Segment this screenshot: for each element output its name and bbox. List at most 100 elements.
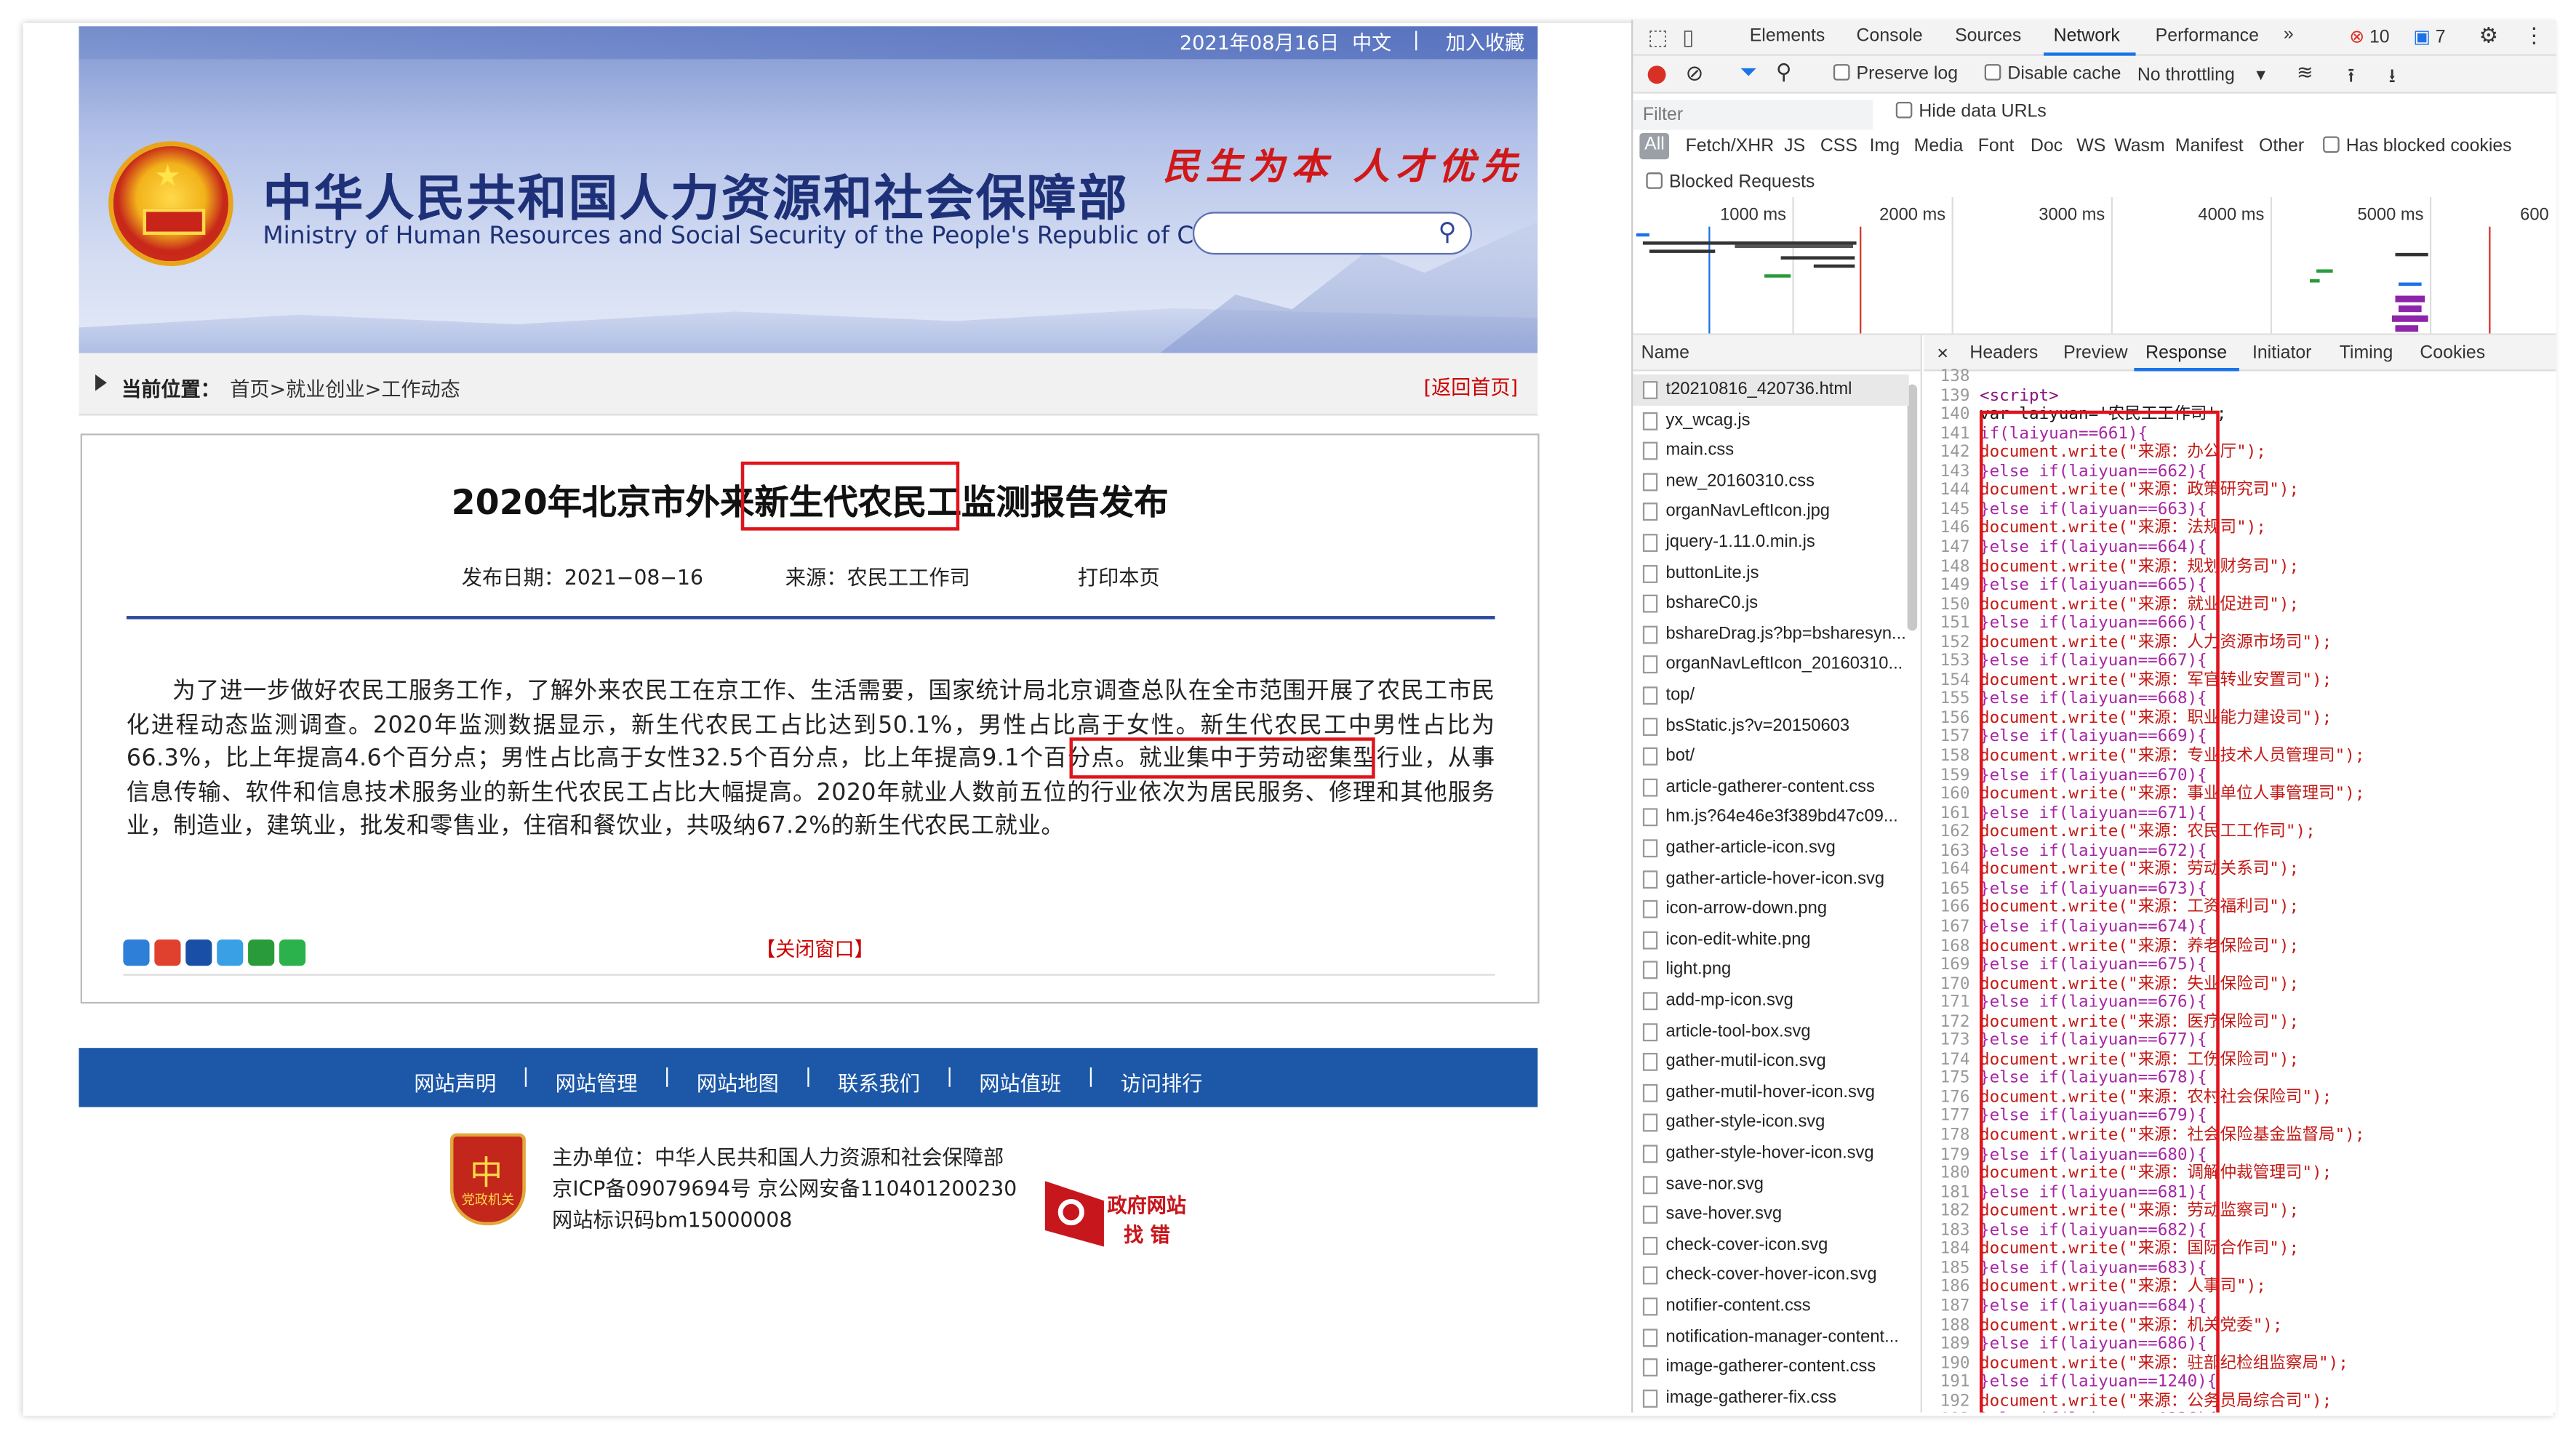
filter-type-all[interactable]: All [1639, 132, 1670, 160]
request-row[interactable]: bshareC0.js [1633, 588, 1908, 619]
footer-link-contact[interactable]: 联系我们 [838, 1066, 920, 1097]
filter-type-other[interactable]: Other [2259, 136, 2304, 156]
footer-link-duty[interactable]: 网站值班 [979, 1066, 1061, 1097]
request-row[interactable]: gather-mutil-icon.svg [1633, 1046, 1908, 1077]
tab-preview[interactable]: Preview [2063, 343, 2127, 363]
share-wechat-icon[interactable] [279, 939, 306, 966]
filter-type-font[interactable]: Font [1978, 136, 2015, 156]
request-row[interactable]: article-tool-box.svg [1633, 1016, 1908, 1046]
blocked-requests-checkbox[interactable]: Blocked Requests [1646, 172, 1815, 192]
request-row[interactable]: article-gatherer-content.css [1633, 771, 1908, 802]
device-toolbar-icon[interactable]: ▯ [1682, 25, 1694, 51]
request-row[interactable]: save-hover.svg [1633, 1199, 1908, 1230]
request-row[interactable]: jquery-1.11.0.min.js [1633, 527, 1908, 558]
request-row[interactable]: notifier-content.css [1633, 1291, 1908, 1321]
hide-data-urls-checkbox[interactable]: Hide data URLs [1895, 102, 2047, 121]
request-row[interactable]: hm.js?64e46e3f389bd47c09... [1633, 802, 1908, 833]
footer-link-sitemap[interactable]: 网站地图 [697, 1066, 779, 1097]
icp-record[interactable]: 京ICP备09079694号 京公网安备110401200230 [552, 1171, 1017, 1203]
request-row[interactable]: main.css [1633, 436, 1908, 466]
search-icon[interactable]: ⚲ [1433, 217, 1463, 246]
share-weibo-icon[interactable] [154, 939, 181, 966]
clear-icon[interactable]: ⊘ [1686, 61, 1704, 87]
request-row[interactable]: organNavLeftIcon.jpg [1633, 497, 1908, 527]
filter-type-media[interactable]: Media [1914, 136, 1964, 156]
close-window-link[interactable]: 【关闭窗口】 [756, 934, 874, 962]
footer-link-statement[interactable]: 网站声明 [414, 1066, 496, 1097]
inspect-icon[interactable]: ⬚ [1648, 25, 1668, 51]
request-row[interactable]: add-mp-icon.svg [1633, 985, 1908, 1016]
request-row[interactable]: bsStatic.js?v=20150603 [1633, 710, 1908, 741]
tab-sources[interactable]: Sources [1955, 26, 2021, 46]
filter-type-wasm[interactable]: Wasm [2114, 136, 2164, 156]
request-row[interactable]: icon-edit-white.png [1633, 924, 1908, 955]
tab-network[interactable]: Network [2054, 26, 2120, 46]
has-blocked-cookies-checkbox[interactable]: Has blocked cookies [2323, 136, 2512, 156]
message-count[interactable]: ▣ 7 [2413, 26, 2445, 47]
filter-type-ws[interactable]: WS [2076, 136, 2105, 156]
request-row[interactable]: gather-article-icon.svg [1633, 833, 1908, 863]
tab-initiator[interactable]: Initiator [2252, 343, 2311, 363]
request-row[interactable]: gather-article-hover-icon.svg [1633, 863, 1908, 894]
request-row[interactable]: gather-mutil-hover-icon.svg [1633, 1077, 1908, 1107]
request-row[interactable]: save-nor.svg [1633, 1169, 1908, 1199]
request-row[interactable]: check-cover-hover-icon.svg [1633, 1260, 1908, 1291]
request-row[interactable]: check-cover-icon.svg [1633, 1230, 1908, 1260]
filter-type-doc[interactable]: Doc [2031, 136, 2063, 156]
share-douban-icon[interactable] [248, 939, 275, 966]
request-row[interactable]: t20210816_420736.html [1633, 374, 1909, 406]
request-row[interactable]: icon-arrow-down.png [1633, 894, 1908, 924]
share-tencent-icon[interactable] [217, 939, 244, 966]
search-input[interactable]: ⚲ [1192, 212, 1472, 255]
kebab-menu-icon[interactable]: ⋮ [2524, 23, 2545, 49]
export-har-icon[interactable]: ⭳ [2388, 61, 2395, 95]
tab-performance[interactable]: Performance [2156, 26, 2259, 46]
record-icon[interactable] [1647, 65, 1666, 84]
tab-elements[interactable]: Elements [1750, 26, 1825, 46]
lang-link[interactable]: 中文 [1352, 28, 1391, 55]
wifi-settings-icon[interactable]: ≋ [2297, 61, 2313, 84]
error-count[interactable]: ⊗ 10 [2349, 26, 2389, 47]
request-row[interactable]: bot/ [1633, 741, 1908, 771]
tab-headers[interactable]: Headers [1969, 343, 2038, 363]
search-icon[interactable]: ⚲ [1776, 59, 1792, 85]
back-home-link[interactable]: [返回首页] [1424, 373, 1519, 401]
request-row[interactable]: notification-manager-content... [1633, 1321, 1908, 1352]
footer-link-ranking[interactable]: 访问排行 [1121, 1066, 1203, 1097]
party-gov-badge-icon[interactable]: 中 党政机关 [449, 1133, 526, 1226]
share-renren-icon[interactable] [185, 939, 212, 966]
more-tabs-icon[interactable]: » [2284, 25, 2294, 44]
tab-response[interactable]: Response [2145, 343, 2227, 363]
report-error-badge[interactable]: 政府网站 找 错 [1044, 1181, 1196, 1247]
filter-type-manifest[interactable]: Manifest [2175, 136, 2244, 156]
throttling-select[interactable]: No throttling ▾ [2137, 64, 2265, 85]
tab-cookies[interactable]: Cookies [2420, 343, 2485, 363]
request-row[interactable]: organNavLeftIcon_20160310... [1633, 649, 1908, 680]
filter-type-js[interactable]: JS [1784, 136, 1805, 156]
breadcrumb-path[interactable]: 首页>就业创业>工作动态 [230, 374, 460, 402]
footer-link-management[interactable]: 网站管理 [556, 1066, 638, 1097]
request-row[interactable]: image-gatherer-content.css [1633, 1352, 1908, 1382]
filter-type-css[interactable]: CSS [1820, 136, 1857, 156]
add-favorite-link[interactable]: 加入收藏 [1446, 28, 1524, 55]
request-row[interactable]: gather-style-hover-icon.svg [1633, 1138, 1908, 1169]
disable-cache-checkbox[interactable]: Disable cache [1984, 64, 2121, 84]
share-qzone-icon[interactable] [123, 939, 150, 966]
tab-timing[interactable]: Timing [2340, 343, 2393, 363]
request-row[interactable]: bshareDrag.js?bp=bsharesyn... [1633, 619, 1908, 649]
name-column-header[interactable]: Name [1633, 334, 1921, 372]
filter-type-xhr[interactable]: Fetch/XHR [1686, 136, 1775, 156]
print-link[interactable]: 打印本页 [1078, 560, 1160, 591]
import-har-icon[interactable]: ⭱ [2348, 61, 2354, 95]
filter-icon[interactable]: ⏷ [1740, 59, 1757, 85]
gear-icon[interactable]: ⚙ [2479, 23, 2498, 49]
request-row[interactable]: light.png [1633, 955, 1908, 985]
close-icon[interactable]: × [1937, 342, 1948, 365]
preserve-log-checkbox[interactable]: Preserve log [1833, 64, 1958, 84]
tab-console[interactable]: Console [1857, 26, 1923, 46]
request-row[interactable]: buttonLite.js [1633, 558, 1908, 588]
request-row[interactable]: yx_wcag.js [1633, 405, 1908, 436]
request-row[interactable]: top/ [1633, 680, 1908, 710]
request-row[interactable]: new_20160310.css [1633, 466, 1908, 497]
request-row[interactable]: image-gatherer-fix.css [1633, 1383, 1908, 1413]
